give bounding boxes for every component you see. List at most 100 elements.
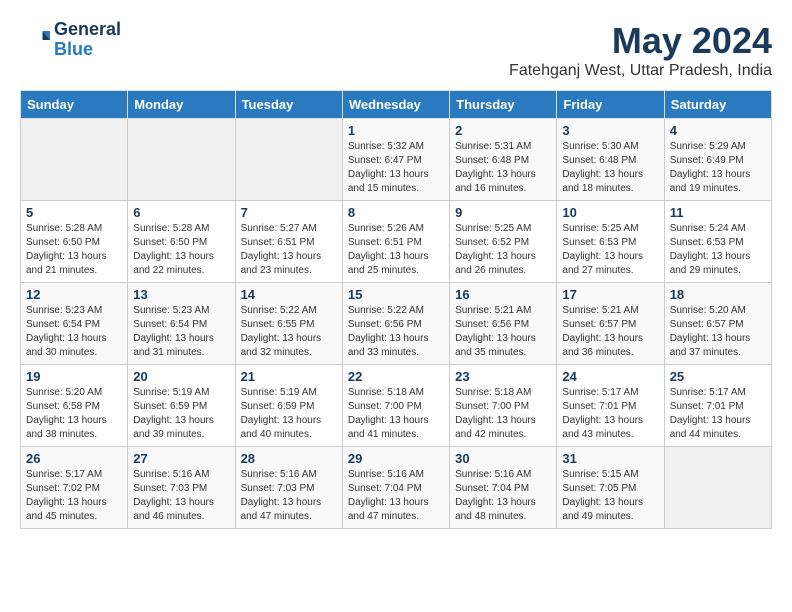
calendar-week-row: 5Sunrise: 5:28 AM Sunset: 6:50 PM Daylig… [21,201,772,283]
day-number: 31 [562,451,658,466]
calendar-cell: 1 Sunrise: 5:32 AM Sunset: 6:47 PM Daylig… [342,119,449,201]
day-number: 29 [348,451,444,466]
day-info: Sunrise: 5:23 AM Sunset: 6:54 PM Dayligh… [26,304,122,360]
day-number: 30 [455,451,551,466]
day-info: Sunrise: 5:21 AM Sunset: 6:57 PM Dayligh… [562,304,658,360]
day-number: 19 [26,369,122,384]
calendar-cell: 20Sunrise: 5:19 AM Sunset: 6:59 PM Dayli… [128,365,235,447]
day-number: 7 [241,205,337,220]
calendar-cell [235,119,342,201]
day-number: 18 [670,287,766,302]
calendar-cell [21,119,128,201]
day-info: Sunrise: 5:22 AM Sunset: 6:56 PM Dayligh… [348,304,444,360]
calendar-cell: 26 Sunrise: 5:17 AM Sunset: 7:02 PM Dayli… [21,447,128,529]
day-info: Sunrise: 5:32 AM Sunset: 6:47 PM Dayligh… [348,140,444,196]
day-number: 23 [455,369,551,384]
calendar-cell: 30 Sunrise: 5:16 AM Sunset: 7:04 PM Dayli… [450,447,557,529]
calendar-cell: 5Sunrise: 5:28 AM Sunset: 6:50 PM Daylig… [21,201,128,283]
title-block: May 2024 Fatehganj West, Uttar Pradesh, … [509,20,772,80]
day-number: 4 [670,123,766,138]
day-info: Sunrise: 5:21 AM Sunset: 6:56 PM Dayligh… [455,304,551,360]
calendar-cell: 13 Sunrise: 5:23 AM Sunset: 6:54 PM Dayli… [128,283,235,365]
day-of-week-header: Friday [557,91,664,119]
day-info: Sunrise: 5:16 AM Sunset: 7:03 PM Dayligh… [133,468,229,524]
calendar-cell: 17 Sunrise: 5:21 AM Sunset: 6:57 PM Dayli… [557,283,664,365]
day-info: Sunrise: 5:23 AM Sunset: 6:54 PM Dayligh… [133,304,229,360]
calendar-cell: 28 Sunrise: 5:16 AM Sunset: 7:03 PM Dayli… [235,447,342,529]
calendar-cell: 10 Sunrise: 5:25 AM Sunset: 6:53 PM Dayli… [557,201,664,283]
day-info: Sunrise: 5:19 AM Sunset: 6:59 PM Dayligh… [241,386,337,442]
day-of-week-header: Tuesday [235,91,342,119]
calendar-cell: 23 Sunrise: 5:18 AM Sunset: 7:00 PM Dayli… [450,365,557,447]
day-info: Sunrise: 5:31 AM Sunset: 6:48 PM Dayligh… [455,140,551,196]
day-number: 26 [26,451,122,466]
calendar-table: SundayMondayTuesdayWednesdayThursdayFrid… [20,90,772,529]
calendar-cell: 24Sunrise: 5:17 AM Sunset: 7:01 PM Dayli… [557,365,664,447]
day-number: 17 [562,287,658,302]
calendar-cell [664,447,771,529]
day-info: Sunrise: 5:15 AM Sunset: 7:05 PM Dayligh… [562,468,658,524]
day-info: Sunrise: 5:17 AM Sunset: 7:02 PM Dayligh… [26,468,122,524]
day-info: Sunrise: 5:18 AM Sunset: 7:00 PM Dayligh… [455,386,551,442]
calendar-cell: 19 Sunrise: 5:20 AM Sunset: 6:58 PM Dayli… [21,365,128,447]
day-info: Sunrise: 5:27 AM Sunset: 6:51 PM Dayligh… [241,222,337,278]
day-number: 22 [348,369,444,384]
day-info: Sunrise: 5:17 AM Sunset: 7:01 PM Dayligh… [562,386,658,442]
day-of-week-header: Thursday [450,91,557,119]
calendar-cell: 27 Sunrise: 5:16 AM Sunset: 7:03 PM Dayli… [128,447,235,529]
day-of-week-header: Sunday [21,91,128,119]
calendar-cell: 12 Sunrise: 5:23 AM Sunset: 6:54 PM Dayli… [21,283,128,365]
day-info: Sunrise: 5:22 AM Sunset: 6:55 PM Dayligh… [241,304,337,360]
day-info: Sunrise: 5:26 AM Sunset: 6:51 PM Dayligh… [348,222,444,278]
day-number: 1 [348,123,444,138]
day-number: 28 [241,451,337,466]
calendar-cell: 25Sunrise: 5:17 AM Sunset: 7:01 PM Dayli… [664,365,771,447]
day-info: Sunrise: 5:29 AM Sunset: 6:49 PM Dayligh… [670,140,766,196]
day-number: 27 [133,451,229,466]
calendar-cell: 2 Sunrise: 5:31 AM Sunset: 6:48 PM Daylig… [450,119,557,201]
day-info: Sunrise: 5:16 AM Sunset: 7:03 PM Dayligh… [241,468,337,524]
day-number: 10 [562,205,658,220]
day-number: 11 [670,205,766,220]
day-number: 14 [241,287,337,302]
calendar-week-row: 26 Sunrise: 5:17 AM Sunset: 7:02 PM Dayli… [21,447,772,529]
day-info: Sunrise: 5:20 AM Sunset: 6:58 PM Dayligh… [26,386,122,442]
day-info: Sunrise: 5:25 AM Sunset: 6:53 PM Dayligh… [562,222,658,278]
calendar-week-row: 1 Sunrise: 5:32 AM Sunset: 6:47 PM Daylig… [21,119,772,201]
calendar-cell: 8Sunrise: 5:26 AM Sunset: 6:51 PM Daylig… [342,201,449,283]
calendar-cell: 7 Sunrise: 5:27 AM Sunset: 6:51 PM Daylig… [235,201,342,283]
day-info: Sunrise: 5:30 AM Sunset: 6:48 PM Dayligh… [562,140,658,196]
calendar-week-row: 12 Sunrise: 5:23 AM Sunset: 6:54 PM Dayli… [21,283,772,365]
calendar-cell: 18Sunrise: 5:20 AM Sunset: 6:57 PM Dayli… [664,283,771,365]
day-info: Sunrise: 5:16 AM Sunset: 7:04 PM Dayligh… [455,468,551,524]
calendar-week-row: 19 Sunrise: 5:20 AM Sunset: 6:58 PM Dayli… [21,365,772,447]
location-subtitle: Fatehganj West, Uttar Pradesh, India [509,62,772,80]
day-info: Sunrise: 5:18 AM Sunset: 7:00 PM Dayligh… [348,386,444,442]
page-header: General Blue May 2024 Fatehganj West, Ut… [20,20,772,80]
day-number: 13 [133,287,229,302]
day-number: 2 [455,123,551,138]
day-of-week-header: Wednesday [342,91,449,119]
day-of-week-header: Saturday [664,91,771,119]
calendar-cell: 6Sunrise: 5:28 AM Sunset: 6:50 PM Daylig… [128,201,235,283]
day-number: 15 [348,287,444,302]
day-number: 20 [133,369,229,384]
day-number: 3 [562,123,658,138]
logo: General Blue [20,20,121,60]
calendar-cell: 4 Sunrise: 5:29 AM Sunset: 6:49 PM Daylig… [664,119,771,201]
day-info: Sunrise: 5:17 AM Sunset: 7:01 PM Dayligh… [670,386,766,442]
calendar-cell: 29Sunrise: 5:16 AM Sunset: 7:04 PM Dayli… [342,447,449,529]
day-info: Sunrise: 5:25 AM Sunset: 6:52 PM Dayligh… [455,222,551,278]
day-info: Sunrise: 5:28 AM Sunset: 6:50 PM Dayligh… [133,222,229,278]
calendar-cell: 15 Sunrise: 5:22 AM Sunset: 6:56 PM Dayli… [342,283,449,365]
day-number: 12 [26,287,122,302]
day-number: 21 [241,369,337,384]
calendar-cell: 21 Sunrise: 5:19 AM Sunset: 6:59 PM Dayli… [235,365,342,447]
day-of-week-header: Monday [128,91,235,119]
month-title: May 2024 [509,20,772,62]
calendar-cell: 11Sunrise: 5:24 AM Sunset: 6:53 PM Dayli… [664,201,771,283]
logo-line1: General [54,20,121,40]
calendar-cell: 31 Sunrise: 5:15 AM Sunset: 7:05 PM Dayli… [557,447,664,529]
calendar-header-row: SundayMondayTuesdayWednesdayThursdayFrid… [21,91,772,119]
calendar-cell [128,119,235,201]
